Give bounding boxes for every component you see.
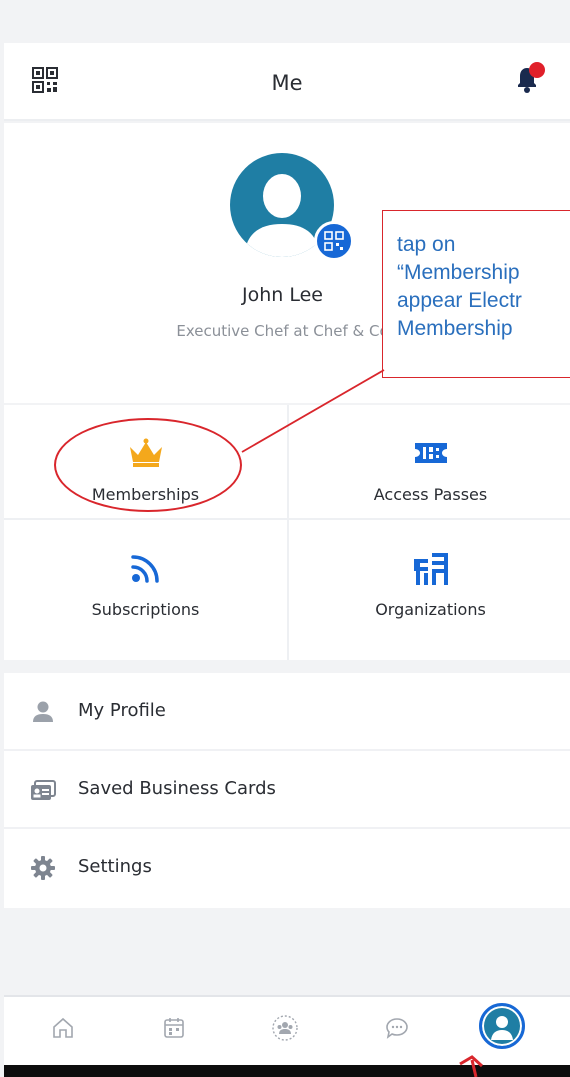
menu-item-label: Saved Business Cards <box>78 778 276 799</box>
header-bar: Me <box>4 43 570 121</box>
person-icon <box>30 701 56 723</box>
annotation-line: appear Electr <box>397 289 522 312</box>
me-screen: Me John Lee Executive Chef at Chef & Co … <box>4 0 570 1077</box>
annotation-callout: tap on “Membership appear Electr Members… <box>382 210 570 378</box>
notification-bell-icon[interactable] <box>510 61 546 97</box>
calendar-icon[interactable] <box>159 1013 189 1043</box>
menu-item-settings[interactable]: Settings <box>4 829 570 907</box>
home-indicator-bar <box>4 1065 570 1077</box>
subscriptions-tile[interactable]: Subscriptions <box>4 520 287 647</box>
access-passes-tile[interactable]: Access Passes <box>289 405 570 532</box>
home-icon[interactable] <box>48 1013 78 1043</box>
status-strip <box>4 0 570 43</box>
profile-icon[interactable] <box>479 1003 525 1049</box>
menu-item-label: Settings <box>78 856 152 877</box>
ticket-icon <box>409 435 453 471</box>
gear-icon <box>30 856 56 880</box>
menu-item-saved-business-cards[interactable]: Saved Business Cards <box>4 751 570 829</box>
subscriptions-label: Subscriptions <box>91 600 200 619</box>
annotation-line: Membership <box>397 317 513 340</box>
grid-divider-horizontal <box>4 518 570 520</box>
community-icon[interactable] <box>270 1013 300 1043</box>
id-card-icon <box>30 779 56 801</box>
user-name: John Lee <box>242 284 323 306</box>
organizations-tile[interactable]: Organizations <box>289 520 570 647</box>
organizations-label: Organizations <box>375 600 486 619</box>
rss-icon <box>124 550 168 586</box>
buildings-icon <box>409 550 453 586</box>
menu-list: My Profile Saved Business Cards Settings <box>4 673 570 908</box>
access-passes-label: Access Passes <box>373 485 488 504</box>
qr-badge-icon[interactable] <box>314 221 354 261</box>
bottom-nav <box>4 995 570 1065</box>
chat-icon[interactable] <box>382 1013 412 1043</box>
grid-divider-vertical <box>287 405 289 660</box>
page-title: Me <box>271 71 303 95</box>
menu-item-label: My Profile <box>78 700 166 721</box>
annotation-ellipse <box>54 418 242 512</box>
menu-item-my-profile[interactable]: My Profile <box>4 673 570 751</box>
annotation-line: “Membership <box>397 261 520 284</box>
annotation-line: tap on <box>397 233 456 256</box>
